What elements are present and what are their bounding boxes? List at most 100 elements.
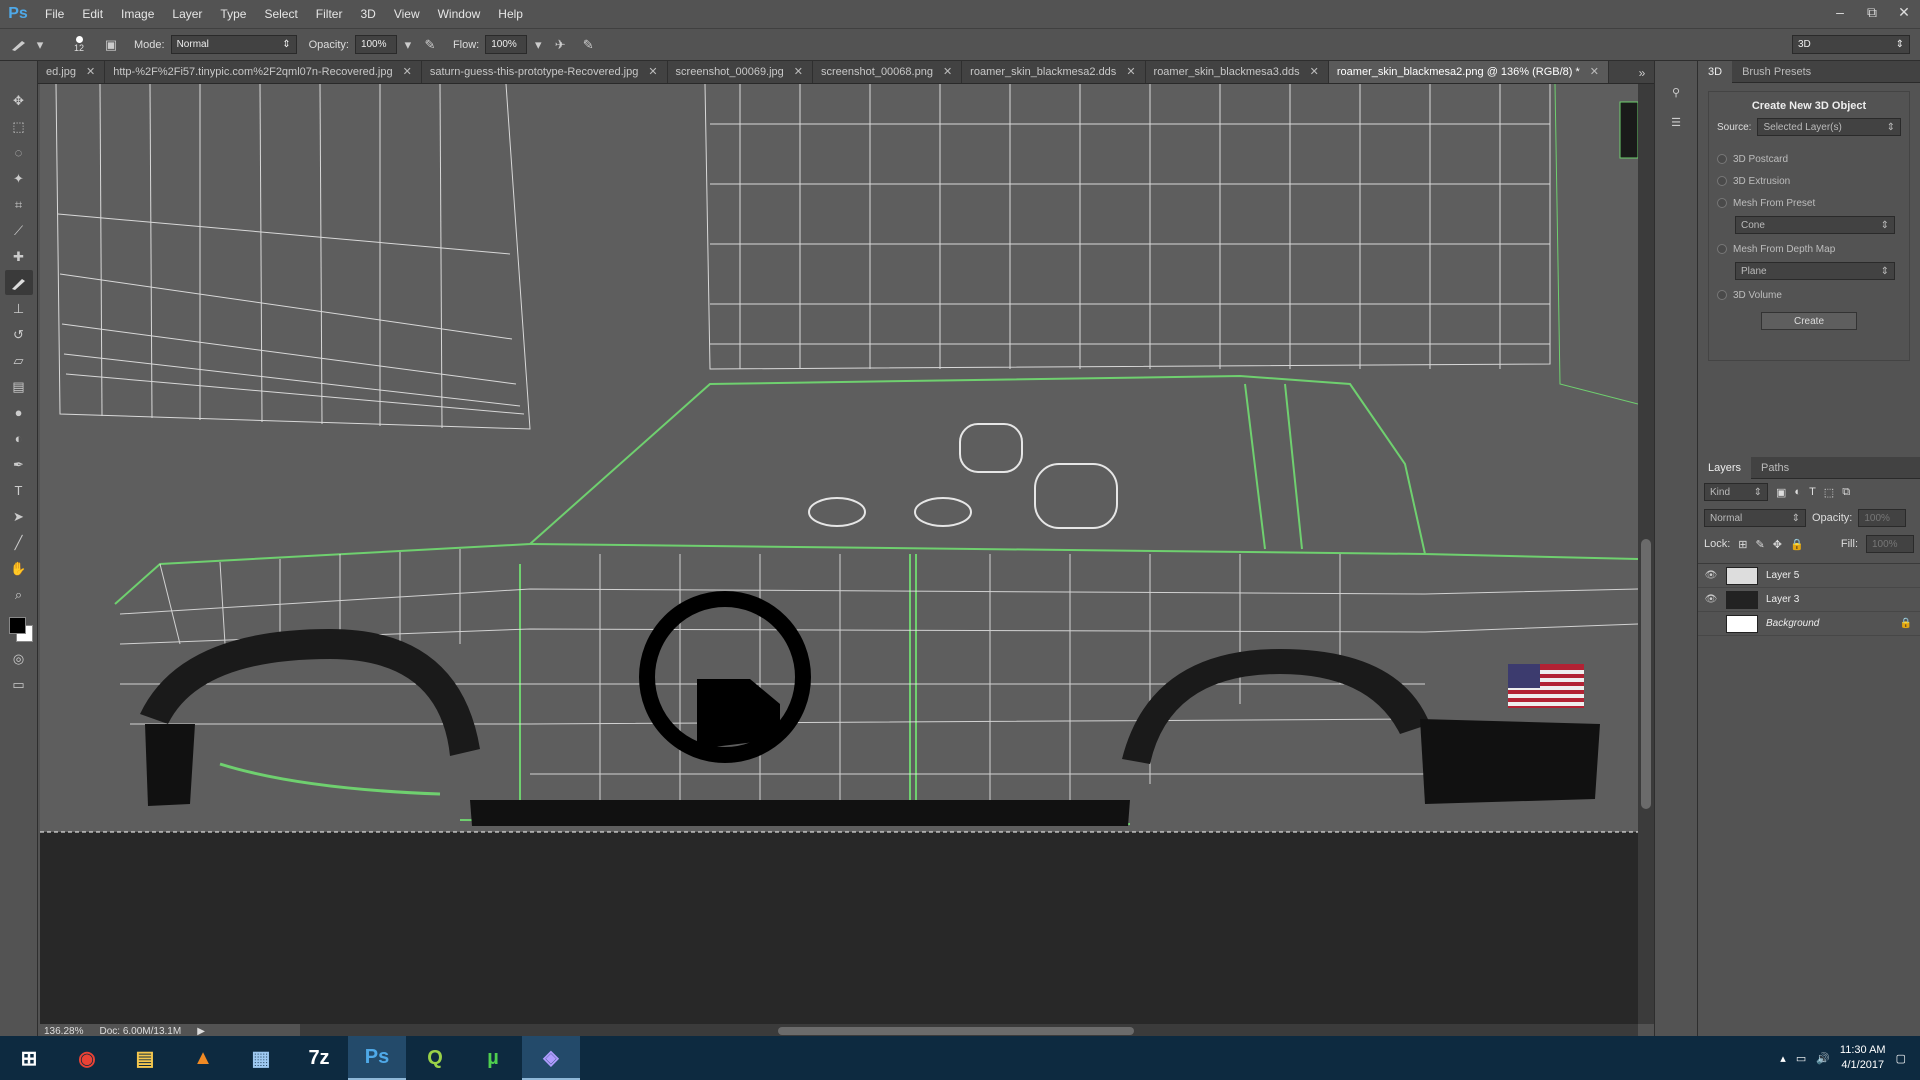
option-3d-volume[interactable]: 3D Volume xyxy=(1717,284,1901,306)
menu-window[interactable]: Window xyxy=(429,0,490,28)
dodge-tool-icon[interactable]: ◐ xyxy=(5,426,33,451)
layer-row[interactable]: Background 🔒 xyxy=(1698,612,1920,636)
blend-mode-select[interactable]: Normal ⇕ xyxy=(1704,509,1806,527)
close-icon[interactable]: ✕ xyxy=(648,61,657,83)
healing-brush-tool-icon[interactable]: ✚ xyxy=(5,244,33,269)
preset-select[interactable]: Cone ⇕ xyxy=(1735,216,1895,234)
eye-icon[interactable]: 👁 xyxy=(1704,570,1718,581)
airbrush-icon[interactable]: ✈ xyxy=(549,34,571,56)
eraser-tool-icon[interactable]: ▱ xyxy=(5,348,33,373)
game-app-icon[interactable]: ◈ xyxy=(522,1036,580,1080)
pen-tool-icon[interactable]: ✒ xyxy=(5,452,33,477)
tabs-overflow-icon[interactable]: » xyxy=(1632,61,1652,84)
close-icon[interactable]: ✕ xyxy=(86,61,95,83)
clock[interactable]: 11:30 AM 4/1/2017 xyxy=(1840,1043,1886,1073)
depth-map-select[interactable]: Plane ⇕ xyxy=(1735,262,1895,280)
restore-button[interactable]: ⧉ xyxy=(1856,0,1888,24)
path-selection-tool-icon[interactable]: ➤ xyxy=(5,504,33,529)
menu-type[interactable]: Type xyxy=(211,0,255,28)
mode-select[interactable]: Normal ⇕ xyxy=(170,35,297,54)
tab-document-active[interactable]: roamer_skin_blackmesa2.png @ 136% (RGB/8… xyxy=(1328,61,1609,83)
clone-stamp-tool-icon[interactable]: ⊥ xyxy=(5,296,33,321)
tab-document[interactable]: roamer_skin_blackmesa2.dds ✕ xyxy=(962,61,1146,83)
chevron-down-icon[interactable]: ▾ xyxy=(36,34,44,56)
option-3d-postcard[interactable]: 3D Postcard xyxy=(1717,148,1901,170)
menu-file[interactable]: File xyxy=(36,0,73,28)
blur-tool-icon[interactable]: ● xyxy=(5,400,33,425)
filter-shape-icon[interactable]: ⬚ xyxy=(1824,486,1834,499)
qt-icon[interactable]: Q xyxy=(406,1036,464,1080)
vertical-scrollbar[interactable] xyxy=(1638,84,1654,1024)
magic-wand-tool-icon[interactable]: ✦ xyxy=(5,166,33,191)
menu-image[interactable]: Image xyxy=(112,0,163,28)
zoom-tool-icon[interactable]: ⌕ xyxy=(5,582,33,607)
opacity-input[interactable]: 100% xyxy=(354,35,397,54)
scroll-thumb[interactable] xyxy=(778,1027,1134,1035)
7zip-icon[interactable]: 7z xyxy=(290,1036,348,1080)
hand-tool-icon[interactable]: ✋ xyxy=(5,556,33,581)
filter-type-icon[interactable]: T xyxy=(1809,486,1816,498)
close-icon[interactable]: ✕ xyxy=(1310,61,1319,83)
close-icon[interactable]: ✕ xyxy=(1590,61,1599,83)
filter-kind-select[interactable]: Kind ⇕ xyxy=(1704,483,1768,501)
source-select[interactable]: Selected Layer(s) ⇕ xyxy=(1757,118,1901,136)
flow-input[interactable]: 100% xyxy=(485,35,528,54)
document-canvas[interactable] xyxy=(40,84,1638,1024)
create-button[interactable]: Create xyxy=(1761,312,1857,330)
lasso-tool-icon[interactable]: ◌ xyxy=(5,140,33,165)
zoom-level[interactable]: 136.28% xyxy=(44,1026,83,1037)
tab-document[interactable]: ed.jpg ✕ xyxy=(38,61,106,83)
chevron-up-icon[interactable]: ▴ xyxy=(1780,1052,1786,1065)
tab-3d[interactable]: 3D xyxy=(1698,60,1733,83)
type-tool-icon[interactable]: T xyxy=(5,478,33,503)
option-3d-extrusion[interactable]: 3D Extrusion xyxy=(1717,170,1901,192)
brush-presets-icon[interactable]: ⚲ xyxy=(1663,79,1689,105)
filter-smart-icon[interactable]: ⧉ xyxy=(1842,486,1850,499)
remote-desktop-icon[interactable]: ▦ xyxy=(232,1036,290,1080)
menu-view[interactable]: View xyxy=(385,0,429,28)
layer-row[interactable]: 👁 Layer 5 xyxy=(1698,564,1920,588)
eye-icon[interactable]: 👁 xyxy=(1704,594,1718,605)
layer-row[interactable]: 👁 Layer 3 xyxy=(1698,588,1920,612)
history-brush-tool-icon[interactable]: ↺ xyxy=(5,322,33,347)
workspace-select[interactable]: 3D ⇕ xyxy=(1792,35,1910,54)
gradient-tool-icon[interactable]: ▤ xyxy=(5,374,33,399)
volume-icon[interactable]: 🔊 xyxy=(1816,1052,1830,1065)
notifications-icon[interactable]: ▢ xyxy=(1896,1052,1906,1065)
screen-mode-icon[interactable]: ▭ xyxy=(5,672,33,697)
menu-select[interactable]: Select xyxy=(255,0,306,28)
minimize-button[interactable]: – xyxy=(1824,0,1856,24)
tab-paths[interactable]: Paths xyxy=(1751,457,1799,479)
status-menu-icon[interactable]: ▶ xyxy=(197,1026,205,1037)
utorrent-icon[interactable]: µ xyxy=(464,1036,522,1080)
lock-image-icon[interactable]: ✎ xyxy=(1756,538,1765,551)
start-button[interactable]: ⊞ xyxy=(0,1036,58,1080)
foreground-color-swatch[interactable] xyxy=(8,617,26,634)
close-button[interactable]: ✕ xyxy=(1888,0,1920,24)
scroll-thumb[interactable] xyxy=(1641,539,1651,809)
tab-document[interactable]: saturn-guess-this-prototype-Recovered.jp… xyxy=(422,61,668,83)
pressure-opacity-icon[interactable]: ✎ xyxy=(419,34,441,56)
tab-brush-presets[interactable]: Brush Presets xyxy=(1732,61,1821,83)
layer-opacity-input[interactable]: 100% xyxy=(1858,509,1907,527)
filter-adjustment-icon[interactable]: ◐ xyxy=(1794,486,1801,498)
file-explorer-icon[interactable]: ▤ xyxy=(116,1036,174,1080)
tab-document[interactable]: http-%2F%2Fi57.tinypic.com%2F2qml07n-Rec… xyxy=(105,61,422,83)
tab-document[interactable]: roamer_skin_blackmesa3.dds ✕ xyxy=(1146,61,1329,83)
close-icon[interactable]: ✕ xyxy=(1126,61,1135,83)
quick-mask-icon[interactable]: ◎ xyxy=(5,646,33,671)
properties-icon[interactable]: ☰ xyxy=(1663,109,1689,135)
menu-edit[interactable]: Edit xyxy=(73,0,112,28)
flow-dropdown-icon[interactable]: ▾ xyxy=(533,34,543,56)
brush-panel-icon[interactable]: ▣ xyxy=(100,34,122,56)
lock-position-icon[interactable]: ✥ xyxy=(1773,538,1782,551)
brush-tool-icon[interactable] xyxy=(4,270,33,295)
opacity-dropdown-icon[interactable]: ▾ xyxy=(403,34,413,56)
color-swatches[interactable] xyxy=(5,612,33,646)
menu-filter[interactable]: Filter xyxy=(307,0,352,28)
crop-tool-icon[interactable]: ⌗ xyxy=(5,192,33,217)
move-tool-icon[interactable]: ✥ xyxy=(5,88,33,113)
network-icon[interactable]: ▭ xyxy=(1796,1052,1806,1065)
menu-3d[interactable]: 3D xyxy=(351,0,384,28)
avast-icon[interactable]: ▲ xyxy=(174,1036,232,1080)
